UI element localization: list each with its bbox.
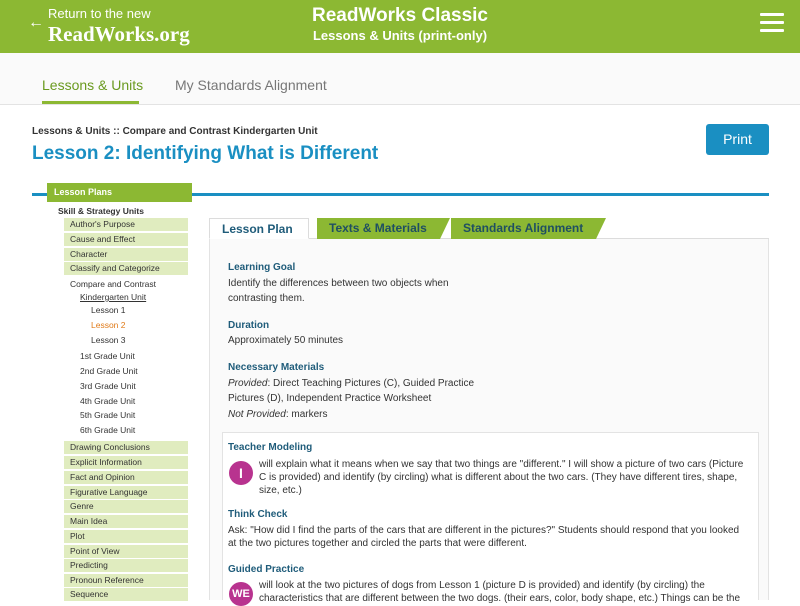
guided-practice-heading: Guided Practice (228, 564, 305, 575)
sidebar-grade-unit-1[interactable]: 1st Grade Unit (80, 351, 135, 361)
tab-standards-alignment[interactable]: Standards Alignment (451, 218, 606, 239)
learning-goal-line-1: Identify the differences between two obj… (228, 278, 449, 289)
sidebar-item-genre[interactable]: Genre (64, 500, 188, 513)
sidebar-item-authors-purpose[interactable]: Author's Purpose (64, 218, 188, 231)
sidebar-item-sequence[interactable]: Sequence (64, 588, 188, 601)
duration-heading: Duration (228, 320, 270, 331)
sidebar-item-classify-and-categorize[interactable]: Classify and Categorize (64, 262, 188, 275)
learning-goal-heading: Learning Goal (228, 262, 296, 273)
sidebar-lesson-3[interactable]: Lesson 3 (91, 335, 126, 345)
guided-practice-line-1: will look at the two pictures of dogs fr… (259, 580, 705, 591)
we-badge-icon: WE (229, 582, 253, 606)
sidebar-item-character[interactable]: Character (64, 248, 188, 261)
sidebar-section-title: Skill & Strategy Units (58, 206, 144, 216)
provided-text: : Direct Teaching Pictures (C), Guided P… (267, 378, 475, 389)
sidebar-item-drawing-conclusions[interactable]: Drawing Conclusions (64, 441, 188, 454)
print-button[interactable]: Print (706, 124, 769, 155)
sidebar-item-point-of-view[interactable]: Point of View (64, 545, 188, 558)
provided-label: Provided (228, 378, 268, 389)
sidebar-grade-unit-3[interactable]: 3rd Grade Unit (80, 381, 136, 391)
top-header: ← Return to the new ReadWorks.org ReadWo… (0, 0, 800, 53)
sidebar-item-explicit-information[interactable]: Explicit Information (64, 456, 188, 469)
think-check-line-1: Ask: "How did I find the parts of the ca… (228, 525, 740, 536)
tab-texts-materials[interactable]: Texts & Materials (317, 218, 450, 239)
not-provided-label: Not Provided (228, 409, 286, 420)
sidebar-item-kindergarten-unit[interactable]: Kindergarten Unit (80, 292, 146, 302)
teacher-modeling-line-2: C is provided) and identify (by circling… (259, 472, 738, 483)
sidebar-grade-unit-4[interactable]: 4th Grade Unit (80, 396, 135, 406)
sidebar-item-main-idea[interactable]: Main Idea (64, 515, 188, 528)
tab-my-standards-alignment[interactable]: My Standards Alignment (175, 77, 327, 93)
materials-provided-line-1: Provided: Direct Teaching Pictures (C), … (228, 376, 474, 391)
sidebar-grade-unit-2[interactable]: 2nd Grade Unit (80, 366, 138, 376)
sidebar-item-plot[interactable]: Plot (64, 530, 188, 543)
teacher-modeling-heading: Teacher Modeling (228, 442, 313, 453)
learning-goal-line-2: contrasting them. (228, 293, 305, 304)
sidebar-item-compare-and-contrast[interactable]: Compare and Contrast (70, 279, 156, 289)
readworks-logo: ReadWorks.org (48, 22, 190, 46)
materials-heading: Necessary Materials (228, 362, 325, 373)
materials-not-provided: Not Provided: markers (228, 407, 327, 422)
sidebar-item-figurative-language[interactable]: Figurative Language (64, 486, 188, 499)
main-nav: Lessons & Units My Standards Alignment (0, 53, 800, 105)
back-arrow-icon: ← (28, 14, 44, 31)
teacher-i-badge-icon: I (229, 461, 253, 485)
not-provided-text: : markers (285, 409, 328, 420)
site-title: ReadWorks Classic (311, 5, 488, 26)
teacher-modeling-line-3: size, etc.) (259, 485, 302, 496)
sidebar-item-pronoun-reference[interactable]: Pronoun Reference (64, 574, 188, 587)
tab-lesson-plan[interactable]: Lesson Plan (209, 218, 309, 239)
sidebar-lesson-2[interactable]: Lesson 2 (91, 320, 126, 330)
teacher-modeling-line-1: will explain what it means when we say t… (259, 459, 744, 470)
sidebar-grade-unit-6[interactable]: 6th Grade Unit (80, 425, 135, 435)
sidebar-item-predicting[interactable]: Predicting (64, 559, 188, 572)
tab-lessons-units[interactable]: Lessons & Units (42, 77, 143, 93)
sidebar-item-cause-and-effect[interactable]: Cause and Effect (64, 233, 188, 246)
duration-text: Approximately 50 minutes (228, 335, 344, 346)
materials-provided-line-2: Pictures (D), Independent Practice Works… (228, 393, 432, 404)
sidebar-lesson-plans-header[interactable]: Lesson Plans (47, 183, 192, 202)
guided-practice-line-2: characteristics that are different betwe… (259, 593, 741, 604)
hamburger-menu-icon[interactable] (760, 13, 784, 33)
return-to-new-readworks-link[interactable]: ← Return to the new ReadWorks.org (28, 6, 198, 48)
sidebar-item-fact-and-opinion[interactable]: Fact and Opinion (64, 471, 188, 484)
active-tab-indicator (42, 101, 139, 104)
site-subtitle: Lessons & Units (print-only) (312, 28, 488, 43)
think-check-line-2: at the two pictures together and circled… (228, 538, 527, 549)
breadcrumb: Lessons & Units :: Compare and Contrast … (32, 126, 318, 137)
think-check-heading: Think Check (228, 509, 288, 520)
sidebar-grade-unit-5[interactable]: 5th Grade Unit (80, 410, 135, 420)
back-link-text: Return to the new (48, 6, 151, 21)
sidebar-lesson-1[interactable]: Lesson 1 (91, 305, 126, 315)
page-title: Lesson 2: Identifying What is Different (32, 143, 379, 164)
